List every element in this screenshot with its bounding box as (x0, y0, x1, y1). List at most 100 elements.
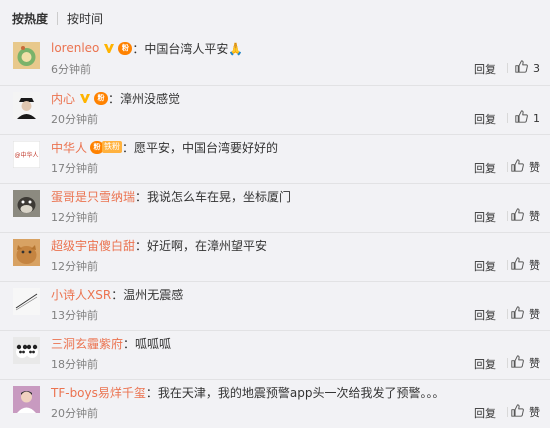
colon-separator: ： (122, 140, 135, 155)
username-link[interactable]: 中华人 (51, 139, 87, 156)
like-button[interactable]: 赞 (511, 306, 540, 322)
action-divider (507, 260, 508, 270)
username-link[interactable]: 小诗人XSR (51, 286, 111, 303)
like-count: 赞 (529, 308, 540, 321)
fan-badge-icon[interactable]: 粉 (118, 41, 133, 55)
reply-button[interactable]: 回复 (474, 160, 496, 176)
comment-timestamp: 13分钟前 (51, 309, 98, 322)
comment-item: @中华人 中华人粉铁粉：愿平安，中国台湾要好好的 17分钟前 回复 赞 (0, 134, 550, 183)
comment-item: 超级宇宙傻白甜：好近啊，在漳州望平安 12分钟前 回复 赞 (0, 232, 550, 281)
comment-body: 中华人粉铁粉：愿平安，中国台湾要好好的 (51, 138, 278, 156)
comment-item: 小诗人XSR：温州无震感 13分钟前 回复 赞 (0, 281, 550, 330)
comment-body: 超级宇宙傻白甜：好近啊，在漳州望平安 (51, 236, 267, 254)
reply-button[interactable]: 回复 (474, 258, 496, 274)
reply-button[interactable]: 回复 (474, 61, 496, 77)
comment-body: 蛋哥是只雪纳瑞：我说怎么车在晃，坐标厦门 (51, 187, 291, 205)
comment-timestamp: 12分钟前 (51, 260, 98, 273)
username-link[interactable]: 超级宇宙傻白甜 (51, 237, 135, 254)
like-count: 赞 (529, 210, 540, 223)
comment-timestamp: 20分钟前 (51, 407, 98, 420)
comment-timestamp: 6分钟前 (51, 63, 91, 76)
colon-separator: ： (123, 336, 136, 351)
fan-badge-icon[interactable]: 粉 (94, 91, 109, 105)
action-divider (507, 211, 508, 221)
verified-v-icon (79, 92, 91, 104)
colon-separator: ： (135, 189, 148, 204)
thumbs-up-icon (511, 404, 529, 420)
like-count: 赞 (529, 406, 540, 419)
comment-text: 中国台湾人平安🙏 (144, 41, 244, 56)
action-divider (507, 309, 508, 319)
username-link[interactable]: 三洞玄霾紫府 (51, 335, 123, 352)
thumbs-up-icon (511, 355, 529, 371)
like-count: 3 (533, 61, 540, 75)
comment-item: lorenleo 粉：中国台湾人平安🙏 6分钟前 回复 3 (0, 36, 550, 85)
reply-button[interactable]: 回复 (474, 111, 496, 127)
avatar[interactable] (13, 288, 40, 315)
comment-text: 好近啊，在漳州望平安 (147, 238, 268, 253)
like-count: 赞 (529, 357, 540, 370)
colon-separator: ： (135, 238, 148, 253)
username-link[interactable]: 内心 (51, 90, 75, 107)
username-link[interactable]: lorenleo (51, 41, 99, 55)
comment-item: TF-boys易烊千玺：我在天津，我的地震预警app头一次给我发了预警。。。 2… (0, 379, 550, 428)
thumbs-up-icon (511, 159, 529, 175)
action-divider (507, 358, 508, 368)
like-button[interactable]: 赞 (511, 208, 540, 224)
reply-button[interactable]: 回复 (474, 405, 496, 421)
like-count: 1 (533, 111, 540, 125)
like-button[interactable]: 赞 (511, 404, 540, 420)
comment-timestamp: 20分钟前 (51, 113, 98, 126)
comment-body: lorenleo 粉：中国台湾人平安🙏 (51, 39, 243, 57)
thumbs-up-icon (515, 60, 533, 76)
comment-item: 内心 粉：漳州没感觉 20分钟前 回复 1 (0, 85, 550, 134)
sort-by-time-tab[interactable]: 按时间 (67, 10, 103, 27)
comment-text: 温州无震感 (123, 287, 184, 302)
comment-body: 三洞玄霾紫府：呱呱呱 (51, 334, 171, 352)
avatar[interactable] (13, 190, 40, 217)
like-count: 赞 (529, 161, 540, 174)
like-button[interactable]: 1 (515, 110, 540, 126)
sort-divider (57, 11, 59, 25)
action-divider (507, 162, 508, 172)
reply-button[interactable]: 回复 (474, 209, 496, 225)
sort-by-hot-tab[interactable]: 按热度 (12, 10, 48, 27)
comment-item: 三洞玄霾紫府：呱呱呱 18分钟前 回复 赞 (0, 330, 550, 379)
verified-v-icon (103, 42, 115, 54)
comment-timestamp: 12分钟前 (51, 211, 98, 224)
action-divider (507, 407, 508, 417)
like-button[interactable]: 赞 (511, 159, 540, 175)
comment-list: lorenleo 粉：中国台湾人平安🙏 6分钟前 回复 3 内心粉：漳州没感觉 2… (0, 36, 550, 428)
thumbs-up-icon (511, 208, 529, 224)
avatar[interactable] (13, 337, 40, 364)
like-button[interactable]: 3 (515, 60, 540, 76)
comment-text: 愿平安，中国台湾要好好的 (134, 140, 279, 155)
colon-separator: ： (145, 385, 158, 400)
thumbs-up-icon (511, 306, 529, 322)
comment-timestamp: 17分钟前 (51, 162, 98, 175)
sort-bar: 按热度 按时间 (0, 0, 550, 36)
comment-body: TF-boys易烊千玺：我在天津，我的地震预警app头一次给我发了预警。。。 (51, 383, 445, 401)
thumbs-up-icon (515, 110, 533, 126)
action-divider (507, 113, 508, 123)
avatar[interactable] (13, 92, 40, 119)
colon-separator: ： (108, 91, 121, 106)
avatar[interactable] (13, 386, 40, 413)
reply-button[interactable]: 回复 (474, 356, 496, 372)
comment-text: 呱呱呱 (135, 336, 172, 351)
username-link[interactable]: 蛋哥是只雪纳瑞 (51, 188, 135, 205)
avatar[interactable]: @中华人 (13, 141, 40, 168)
fan-badge-icon[interactable]: 粉铁粉 (90, 140, 123, 154)
svg-text:@中华人: @中华人 (14, 151, 38, 159)
like-button[interactable]: 赞 (511, 257, 540, 273)
username-link[interactable]: TF-boys易烊千玺 (51, 384, 146, 401)
like-count: 赞 (529, 259, 540, 272)
colon-separator: ： (132, 41, 145, 56)
like-button[interactable]: 赞 (511, 355, 540, 371)
avatar[interactable] (13, 42, 40, 69)
avatar[interactable] (13, 239, 40, 266)
reply-button[interactable]: 回复 (474, 307, 496, 323)
thumbs-up-icon (511, 257, 529, 273)
colon-separator: ： (111, 287, 124, 302)
comment-item: 蛋哥是只雪纳瑞：我说怎么车在晃，坐标厦门 12分钟前 回复 赞 (0, 183, 550, 232)
